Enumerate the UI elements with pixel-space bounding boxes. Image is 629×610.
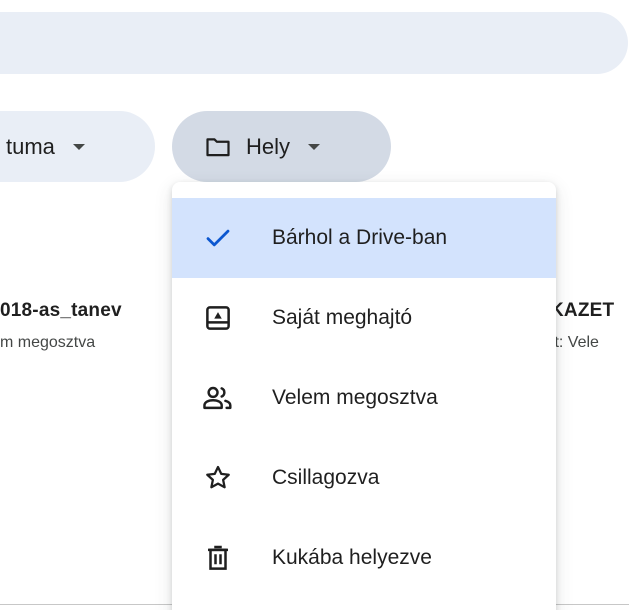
menu-item-trash[interactable]: Kukába helyezve (172, 518, 556, 598)
location-filter-label: Hely (246, 133, 291, 159)
location-menu: Bárhol a Drive-ban Saját meghajtó Velem … (172, 182, 556, 610)
people-icon (200, 380, 236, 416)
date-filter-label: tuma (6, 133, 55, 159)
drive-search-page: tuma Hely 018-as_tanev m megosztva KAZET… (0, 0, 629, 610)
date-filter-chip[interactable]: tuma (0, 111, 155, 182)
chevron-down-icon (72, 143, 85, 150)
menu-item-label: Kukába helyezve (272, 546, 432, 569)
menu-item-starred[interactable]: Csillagozva (172, 438, 556, 518)
menu-item-anywhere[interactable]: Bárhol a Drive-ban (172, 198, 556, 278)
trash-icon (200, 540, 236, 576)
file-item[interactable]: 018-as_tanev m megosztva (0, 300, 122, 352)
menu-item-label: Bárhol a Drive-ban (272, 226, 448, 249)
location-filter-chip[interactable]: Hely (172, 111, 391, 182)
menu-item-label: Saját meghajtó (272, 306, 413, 329)
file-owner: m megosztva (0, 334, 96, 351)
chevron-down-icon (308, 143, 321, 150)
search-bar[interactable] (0, 12, 628, 74)
file-item[interactable]: KAZET tt: Vele (550, 300, 614, 352)
file-name: 018-as_tanev (0, 300, 122, 321)
folder-icon (204, 133, 232, 161)
drive-icon (200, 300, 236, 336)
file-owner: tt: Vele (550, 334, 599, 351)
file-name: KAZET (550, 300, 615, 321)
menu-item-shared-with-me[interactable]: Velem megosztva (172, 358, 556, 438)
menu-item-label: Csillagozva (272, 466, 380, 489)
menu-item-my-drive[interactable]: Saját meghajtó (172, 278, 556, 358)
star-icon (200, 460, 236, 496)
menu-item-label: Velem megosztva (272, 386, 438, 409)
check-icon (200, 220, 236, 256)
